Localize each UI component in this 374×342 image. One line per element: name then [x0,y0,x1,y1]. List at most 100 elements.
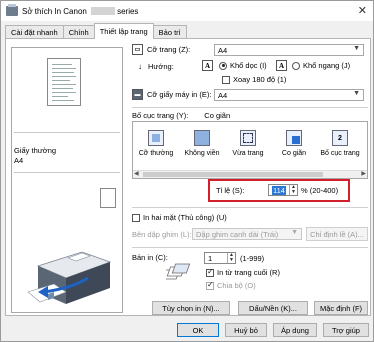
copies-value: 1 [208,253,213,263]
page-setup-panel: Giấy thường A4 ▭ Cỡ trang (Z): A4 ▼ ↓ Hư… [5,38,371,316]
paper-size-label: A4 [14,156,24,165]
scroll-right-icon[interactable]: ▶ [361,170,366,177]
page-size-row: ▭ Cỡ trang (Z): [132,44,190,55]
help-button[interactable]: Trợ giúp [323,323,369,337]
printer-paper-size-value: A4 [218,90,228,100]
stamp-background-button[interactable]: Dấu/Nền (K)... [238,301,308,315]
copies-range: (1-999) [240,254,265,263]
layout-borderless-label: Không viền [184,150,220,157]
collate-checkbox[interactable] [206,280,214,290]
orientation-label: Hướng: [148,62,174,71]
media-type-label: Giấy thường [14,146,57,155]
stapling-select[interactable]: Dập ghim cạnh dài (Trái) ▼ [192,228,302,240]
duplex-option[interactable]: In hai mặt (Thủ công) (U) [132,213,227,222]
scaling-value: 114 [272,185,286,195]
copies-stack-icon [166,263,190,280]
scaling-range-row: % (20-400) [301,186,338,195]
stapling-label: Bên dập ghim (L): [132,230,192,239]
section-divider [132,107,368,108]
layout-fit-to-page-label: Vừa trang [232,150,264,157]
portrait-icon: A [202,60,213,71]
window-title-prefix: Sở thích In Canon [22,6,87,16]
section-divider-3 [132,247,368,248]
chevron-down-icon: ▼ [353,45,360,52]
specify-margin-button[interactable]: Chỉ định lề (A)... [306,227,368,241]
apply-button[interactable]: Áp dụng [273,323,317,337]
landscape-icon: A [276,60,287,71]
copies-spinner[interactable]: ▲ ▼ [227,253,235,263]
page-size-value: A4 [218,45,228,55]
scaling-spinner[interactable]: ▲ ▼ [289,185,297,195]
reverse-order-checkbox[interactable] [206,267,214,277]
scaled-icon [286,130,302,146]
section-divider-2 [132,207,368,208]
reverse-order-label: In từ trang cuối (R) [217,268,280,277]
scroll-left-icon[interactable]: ◀ [134,170,139,177]
page-size-icon: ▭ [132,44,143,55]
title-bar: Sở thích In Canon series ✕ [1,1,373,21]
layout-page-layout[interactable]: 2 Bố cục trang [319,128,361,164]
scrollbar-thumb[interactable] [143,172,323,177]
landscape-option[interactable]: A Khổ ngang (J) [276,60,350,71]
layout-page-layout-label: Bố cục trang [320,150,360,157]
portrait-option[interactable]: A Khổ dọc (I) [202,60,267,71]
printer-app-icon [6,4,18,16]
window-title-suffix: series [117,6,139,16]
collate-option[interactable]: Chia bộ (O) [206,280,256,290]
print-preferences-window: Sở thích In Canon series ✕ Cài đặt nhanh… [0,0,374,342]
copies-input[interactable]: 1 ▲ ▼ [204,252,236,264]
scaling-label: Tỉ lệ (S): [216,186,245,195]
layout-scrollbar[interactable]: ◀ ▶ [133,170,367,178]
layout-scaled-label: Co giãn [281,150,307,157]
scaling-range: % (20-400) [301,186,339,195]
page-preview-thumbnail [47,58,81,106]
fit-to-page-icon [240,130,256,146]
layout-scaled[interactable]: Co giãn [273,128,315,164]
page-size-label: Cỡ trang (Z): [147,45,191,54]
ok-button[interactable]: OK [177,323,219,337]
printer-paper-size-label: Cỡ giấy máy in (E): [147,90,212,99]
printer-illustration-icon [27,251,112,304]
output-sheet-icon [100,188,116,208]
page-layout-list: Cỡ thường Không viền Vừa trang Co giãn 2… [132,121,368,179]
printer-paper-size-row: ▬ Cỡ giấy máy in (E): [132,89,212,100]
rotate180-checkbox[interactable] [222,75,230,84]
preview-divider [14,132,120,133]
tab-strip: Cài đặt nhanh Chính Thiết lập trang Bảo … [5,23,187,39]
copies-row: Bản in (C): [132,253,168,262]
page-size-select[interactable]: A4 ▼ [214,44,364,56]
preview-divider-2 [14,172,120,173]
copies-range-row: (1-999) [240,254,264,263]
layout-fit-to-page[interactable]: Vừa trang [227,128,269,164]
page-layout-icon: 2 [332,130,348,146]
tab-main[interactable]: Chính [62,25,95,39]
window-title: Sở thích In Canon series [22,7,138,16]
portrait-radio[interactable] [219,61,227,70]
print-options-button[interactable]: Tùy chọn in (N)... [152,301,230,315]
rotate180-label: Xoay 180 độ (1) [233,75,287,84]
printer-paper-size-select[interactable]: A4 ▼ [214,89,364,101]
stapling-row: Bên dập ghim (L): [132,230,192,239]
layout-normal-size[interactable]: Cỡ thường [135,128,177,164]
duplex-checkbox[interactable] [132,213,140,222]
rotate180-option[interactable]: Xoay 180 độ (1) [222,75,286,84]
borderless-icon [194,130,210,146]
cancel-button[interactable]: Huỷ bỏ [225,323,267,337]
orientation-arrow-icon: ↓ [138,62,142,71]
tab-maintenance[interactable]: Bảo trì [152,25,187,39]
tab-page-setup[interactable]: Thiết lập trang [93,23,154,39]
redacted-model-name [91,7,116,16]
tab-quick-setup[interactable]: Cài đặt nhanh [5,25,64,39]
page-layout-label: Bố cục trang (Y): [132,111,189,120]
defaults-button[interactable]: Mặc định (F) [314,301,368,315]
collate-label: Chia bộ (O) [217,281,256,290]
reverse-order-option[interactable]: In từ trang cuối (R) [206,267,280,277]
chevron-down-icon: ▼ [291,229,298,236]
page-layout-current: Co giãn [204,111,231,120]
page-layout-row: Bố cục trang (Y): Co giãn [132,111,230,120]
close-icon[interactable]: ✕ [358,4,367,17]
stapling-value: Dập ghim cạnh dài (Trái) [196,229,279,239]
scaling-input[interactable]: 114 ▲ ▼ [268,184,298,196]
landscape-radio[interactable] [292,61,300,70]
layout-borderless[interactable]: Không viền [181,128,223,164]
